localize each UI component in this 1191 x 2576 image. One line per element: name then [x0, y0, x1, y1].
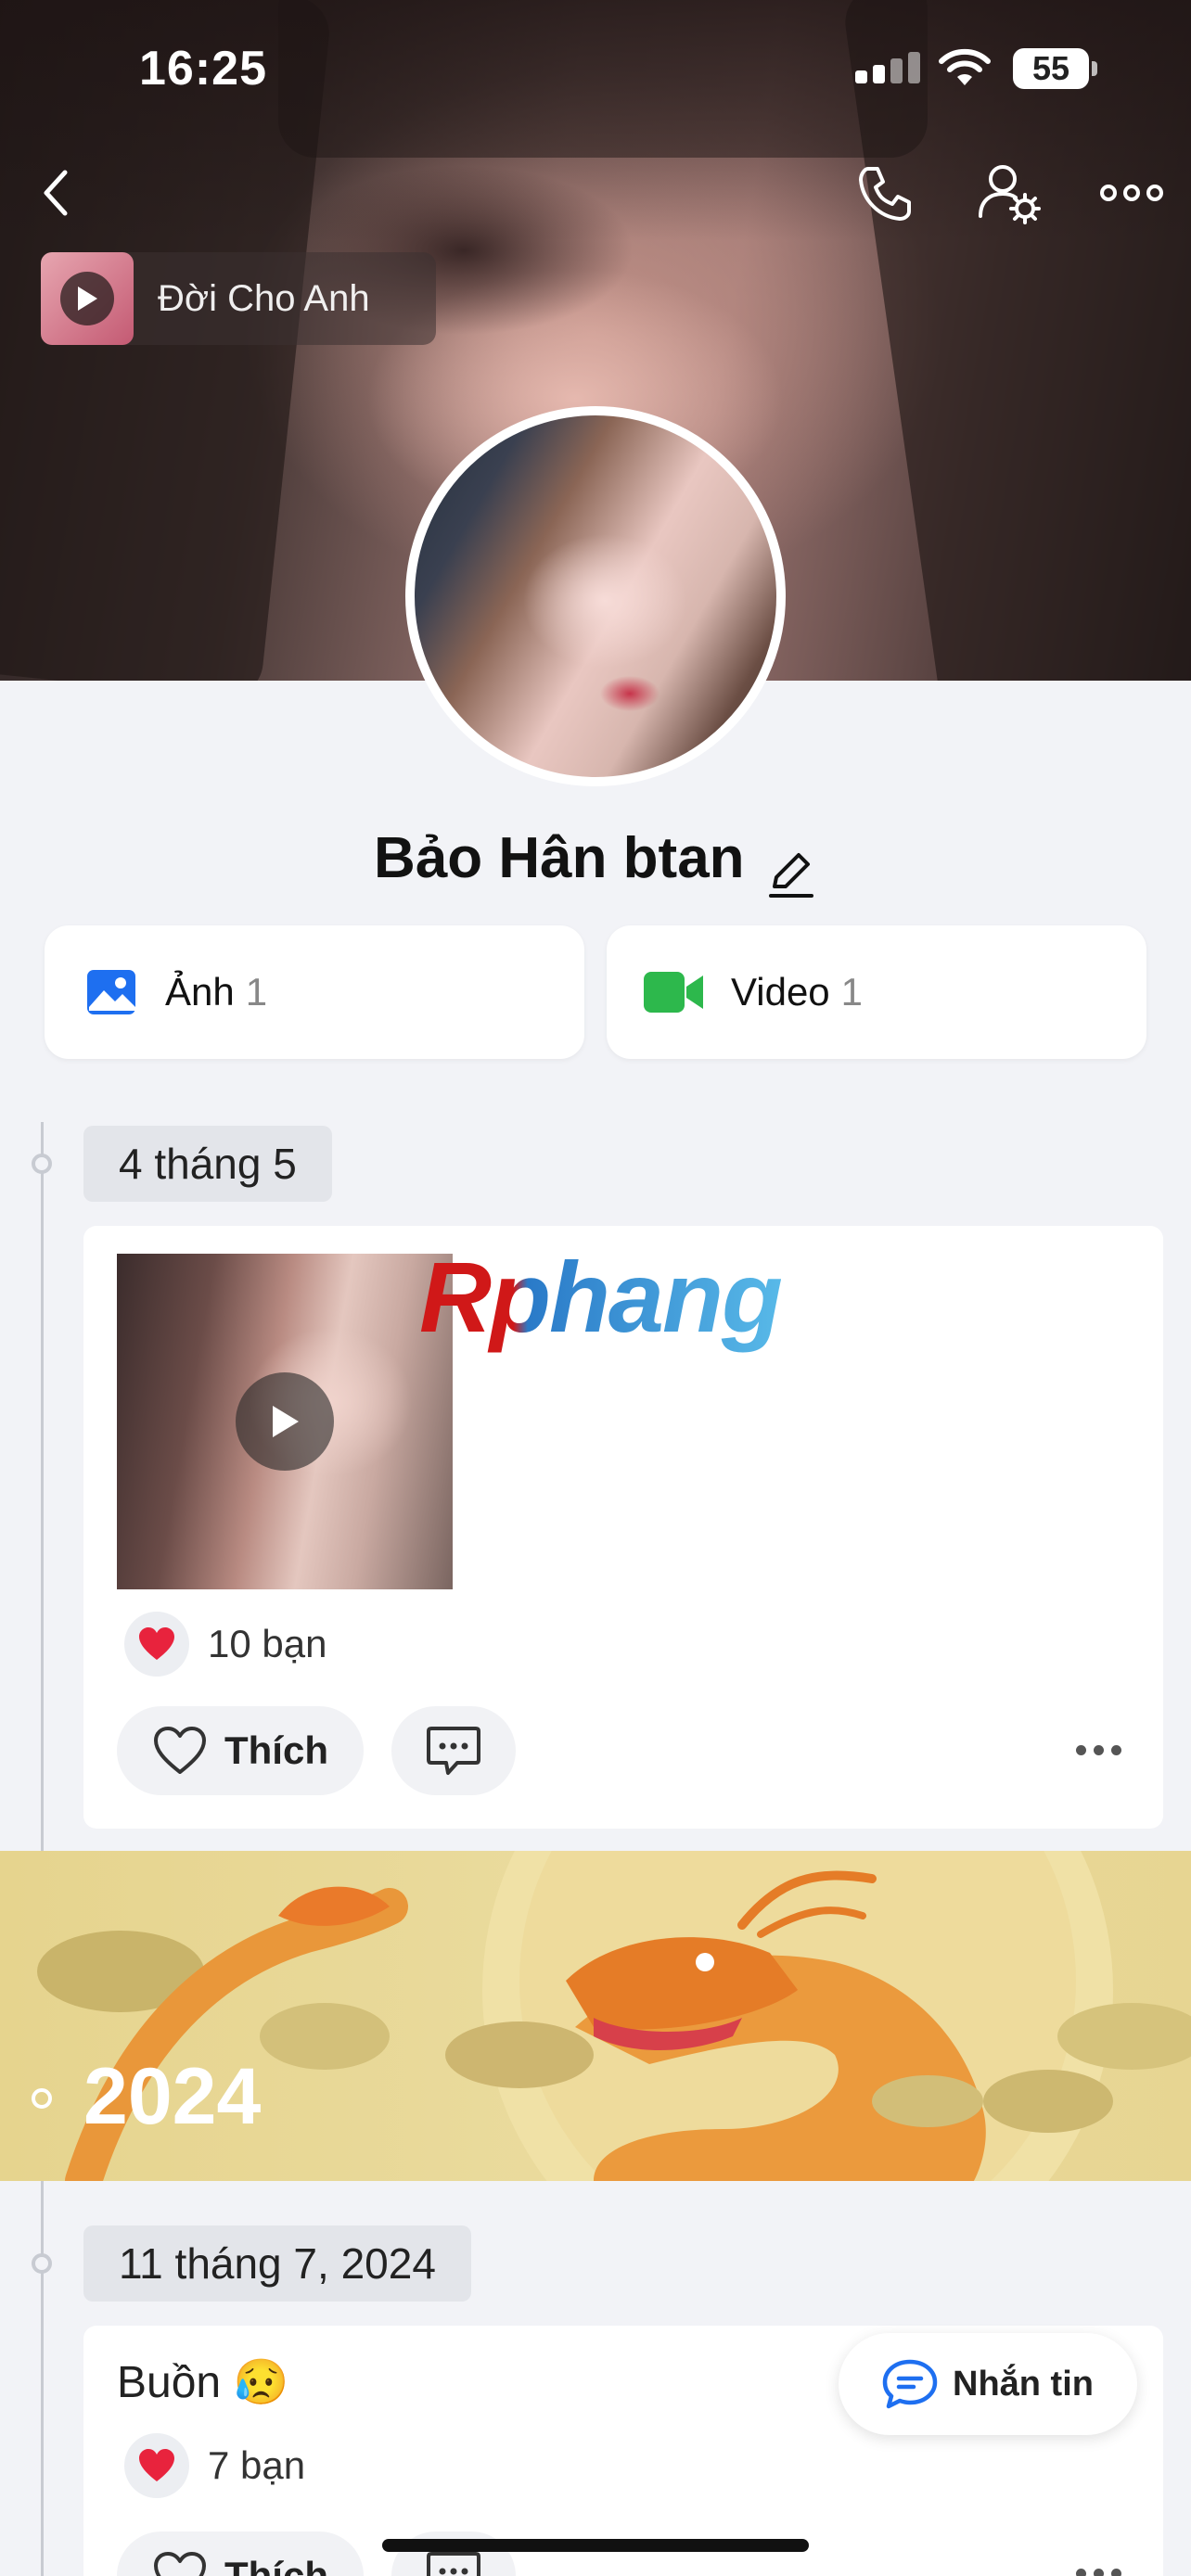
timeline-dot	[32, 2088, 52, 2109]
like-button[interactable]: Thích	[117, 2531, 364, 2576]
reaction-summary[interactable]: 10 bạn	[124, 1612, 327, 1677]
videos-count: 1	[840, 970, 864, 1014]
video-camera-icon	[644, 972, 703, 1013]
profile-name-row: Bảo Hân btan	[0, 825, 1191, 899]
profile-music-chip[interactable]: Đời Cho Anh	[41, 252, 436, 345]
heart-icon	[124, 1612, 189, 1677]
status-time: 16:25	[139, 42, 267, 96]
like-button[interactable]: Thích	[117, 1706, 364, 1795]
wifi-icon	[939, 48, 991, 85]
like-label: Thích	[224, 1728, 328, 1772]
reaction-summary[interactable]: 7 bạn	[124, 2433, 305, 2498]
timeline-dot	[32, 1154, 52, 1174]
comment-icon	[427, 2552, 480, 2576]
heart-outline-icon	[154, 2552, 206, 2576]
post-more-icon[interactable]	[1076, 2569, 1121, 2576]
year-label: 2024	[83, 2052, 262, 2141]
chat-bubble-icon	[882, 2359, 938, 2409]
heart-outline-icon	[154, 1727, 206, 1774]
top-navigation	[0, 148, 1191, 241]
photos-count: 1	[245, 970, 268, 1014]
more-horizontal-icon[interactable]	[1095, 156, 1169, 230]
photos-label: Ảnh	[165, 970, 235, 1014]
videos-label: Video	[731, 970, 830, 1014]
status-bar: 16:25 55	[0, 0, 1191, 139]
reaction-count: 10 bạn	[208, 1622, 327, 1665]
user-gear-icon[interactable]	[972, 156, 1046, 230]
music-cover-thumbnail	[41, 252, 134, 345]
watermark-logo: Rphang	[419, 1241, 783, 1353]
battery-indicator: 55	[1013, 48, 1097, 89]
reaction-count: 7 bạn	[208, 2443, 306, 2487]
videos-card[interactable]: Video 1	[607, 925, 1146, 1059]
message-label: Nhắn tin	[953, 2364, 1094, 2404]
chevron-left-icon[interactable]	[19, 156, 93, 230]
comment-icon	[427, 1727, 480, 1775]
post-status-text: Buồn 😥	[117, 2358, 289, 2407]
video-thumbnail[interactable]	[117, 1254, 453, 1589]
profile-name: Bảo Hân btan	[373, 826, 745, 890]
music-title: Đời Cho Anh	[158, 277, 370, 319]
timeline-dot	[32, 2253, 52, 2274]
post-more-icon[interactable]	[1076, 1745, 1121, 1755]
post-date: 11 tháng 7, 2024	[83, 2225, 471, 2302]
timeline-line	[41, 1122, 44, 2576]
pencil-icon[interactable]	[765, 848, 817, 899]
phone-icon[interactable]	[848, 156, 922, 230]
play-icon[interactable]	[236, 1372, 334, 1471]
avatar[interactable]	[405, 406, 786, 786]
comment-button[interactable]	[391, 1706, 516, 1795]
photos-card[interactable]: Ảnh 1	[45, 925, 584, 1059]
heart-icon	[124, 2433, 189, 2498]
play-icon[interactable]	[60, 272, 114, 325]
home-indicator[interactable]	[382, 2539, 809, 2552]
image-icon	[87, 970, 135, 1014]
like-label: Thích	[224, 2554, 328, 2576]
post-date: 4 tháng 5	[83, 1126, 332, 1202]
message-button[interactable]: Nhắn tin	[839, 2333, 1137, 2435]
signal-icon	[855, 52, 920, 83]
